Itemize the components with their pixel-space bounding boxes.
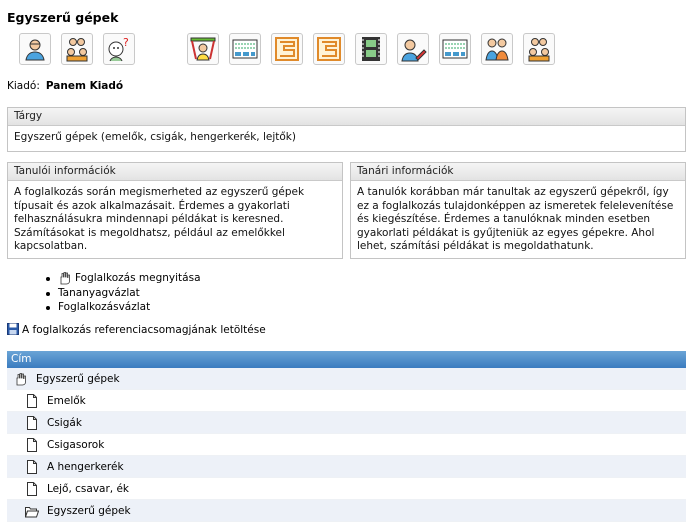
tree-item-label: Csigák <box>47 417 82 429</box>
content-tree: Cím Egyszerű gépek Emelők Csigák Csigaso… <box>7 351 686 522</box>
publisher-label: Kiadó: <box>7 80 40 92</box>
film-icon[interactable] <box>355 33 387 65</box>
subject-panel: Tárgy Egyszerű gépek (emelők, csigák, he… <box>7 107 686 152</box>
tree-root-label: Egyszerű gépek <box>36 373 120 385</box>
student-info-panel: Tanulói információk A foglalkozás során … <box>7 162 343 259</box>
tree-item-row[interactable]: A hengerkerék <box>7 456 686 478</box>
tree-footer-label: Egyszerű gépek <box>47 505 131 517</box>
group-icon[interactable] <box>61 33 93 65</box>
download-package-label: A foglalkozás referenciacsomagjának letö… <box>22 324 266 336</box>
tree-footer-row[interactable]: Egyszerű gépek <box>7 500 686 522</box>
open-lesson-label: Foglalkozás megnyitása <box>75 272 201 284</box>
document-icon <box>27 482 37 496</box>
student-info-text: A foglalkozás során megismerheted az egy… <box>14 186 305 252</box>
hand-icon <box>16 373 26 386</box>
tree-item-row[interactable]: Csigasorok <box>7 434 686 456</box>
student-info-heading: Tanulói információk <box>8 163 342 181</box>
document-icon <box>27 438 37 452</box>
document-icon <box>27 416 37 430</box>
pair-icon[interactable] <box>481 33 513 65</box>
hand-icon <box>60 272 70 285</box>
tree-item-row[interactable]: Emelők <box>7 390 686 412</box>
tree-header: Cím <box>7 351 686 368</box>
help-person-icon[interactable]: ? <box>103 33 135 65</box>
maze-icon[interactable] <box>313 33 345 65</box>
tree-item-label: A hengerkerék <box>47 461 124 473</box>
outline-label: Tananyagvázlat <box>58 287 140 299</box>
lesson-links: Foglalkozás megnyitása Tananyagvázlat Fo… <box>46 270 201 314</box>
publisher-value: Panem Kiadó <box>45 80 124 92</box>
activity-icon-bar: ? <box>0 33 694 67</box>
publisher: Kiadó: Panem Kiadó <box>7 80 123 92</box>
outline-link[interactable]: Tananyagvázlat <box>46 287 201 301</box>
worksheet-icon[interactable] <box>229 33 261 65</box>
presentation-icon[interactable] <box>187 33 219 65</box>
writing-icon[interactable] <box>397 33 429 65</box>
worksheet-icon[interactable] <box>439 33 471 65</box>
tree-item-label: Lejő, csavar, ék <box>47 483 130 495</box>
teacher-info-panel: Tanári információk A tanulók korábban má… <box>350 162 686 259</box>
open-lesson-link[interactable]: Foglalkozás megnyitása <box>46 270 201 287</box>
tree-root-row[interactable]: Egyszerű gépek <box>7 368 686 390</box>
teacher-info-text: A tanulók korábban már tanultak az egysz… <box>357 186 674 252</box>
maze-icon[interactable] <box>271 33 303 65</box>
subject-text: Egyszerű gépek (emelők, csigák, hengerke… <box>14 131 296 143</box>
page-title: Egyszerű gépek <box>7 10 119 25</box>
group-icon[interactable] <box>523 33 555 65</box>
open-folder-icon <box>25 507 39 518</box>
tree-item-row[interactable]: Csigák <box>7 412 686 434</box>
svg-text:?: ? <box>123 36 129 49</box>
teacher-info-heading: Tanári információk <box>351 163 685 181</box>
download-package-link[interactable]: A foglalkozás referenciacsomagjának letö… <box>7 323 266 336</box>
lesson-outline-label: Foglalkozásvázlat <box>58 300 151 313</box>
tree-item-label: Csigasorok <box>47 439 105 451</box>
floppy-disk-icon <box>7 323 19 335</box>
document-icon <box>27 394 37 408</box>
lesson-outline-link[interactable]: Foglalkozásvázlat <box>46 301 201 315</box>
tree-item-label: Emelők <box>47 395 86 407</box>
document-icon <box>27 460 37 474</box>
tree-item-row[interactable]: Lejő, csavar, ék <box>7 478 686 500</box>
subject-heading: Tárgy <box>8 108 685 126</box>
student-profile-icon[interactable] <box>19 33 51 65</box>
